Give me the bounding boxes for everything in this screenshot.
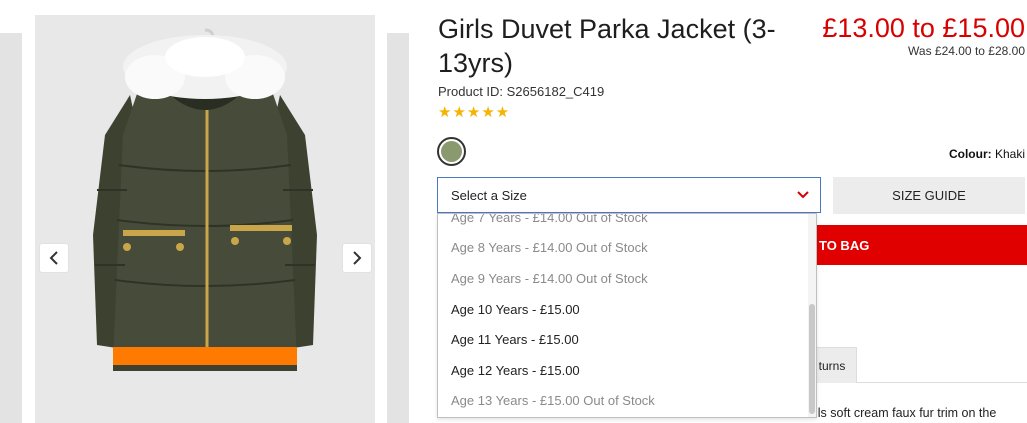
gallery-thumbnail-previous[interactable]: [0, 33, 22, 423]
product-price: £13.00 to £15.00: [822, 13, 1025, 43]
chevron-down-icon: [797, 191, 809, 199]
product-id: Product ID: S2656182_C419: [438, 84, 605, 99]
size-select[interactable]: Select a Size: [437, 177, 821, 213]
was-price: Was £24.00 to £28.00: [908, 44, 1025, 58]
gallery-thumbnail-next[interactable]: [387, 33, 409, 423]
size-option[interactable]: Age 12 Years - £15.00: [438, 355, 809, 386]
dropdown-scrollbar-thumb[interactable]: [809, 304, 815, 414]
dropdown-scrollbar[interactable]: [808, 214, 816, 417]
product-title: Girls Duvet Parka Jacket (3-13yrs): [438, 14, 776, 78]
size-option[interactable]: Age 13 Years - £15.00 Out of Stock: [438, 386, 809, 417]
chevron-right-icon: [353, 251, 362, 265]
size-dropdown-list[interactable]: Age 7 Years - £14.00 Out of Stock Age 8 Y…: [437, 213, 817, 418]
size-option[interactable]: Age 10 Years - £15.00: [438, 294, 809, 325]
size-option[interactable]: Age 9 Years - £14.00 Out of Stock: [438, 263, 809, 294]
product-image: [35, 15, 375, 423]
size-option[interactable]: Age 7 Years - £14.00 Out of Stock: [438, 214, 809, 233]
chevron-left-icon: [49, 251, 58, 265]
gallery-next-button[interactable]: [343, 244, 371, 272]
gallery-prev-button[interactable]: [40, 244, 68, 272]
colour-swatch-khaki[interactable]: [437, 137, 466, 166]
parka-jacket-illustration: [93, 28, 317, 371]
size-select-placeholder: Select a Size: [451, 187, 527, 203]
rating-stars[interactable]: ★★★★★: [438, 103, 510, 121]
size-option[interactable]: Age 11 Years - £15.00: [438, 324, 809, 355]
colour-indicator: Colour: Khaki: [949, 147, 1025, 161]
size-options: Age 7 Years - £14.00 Out of Stock Age 8 Y…: [438, 214, 809, 417]
size-guide-button[interactable]: SIZE GUIDE: [833, 177, 1025, 214]
size-option[interactable]: Age 8 Years - £14.00 Out of Stock: [438, 233, 809, 264]
swatch-color-fill: [441, 141, 462, 162]
colour-label: Colour:: [948, 147, 992, 161]
add-to-bag-label: TO BAG: [819, 237, 870, 253]
colour-value: Khaki: [994, 147, 1025, 161]
